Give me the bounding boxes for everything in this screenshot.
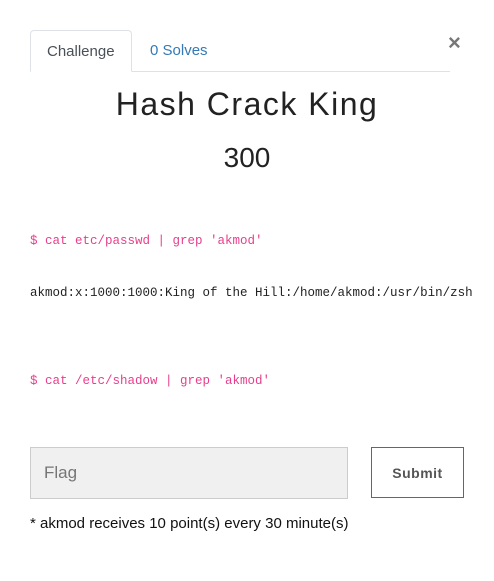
passwd-output: akmod:x:1000:1000:King of the Hill:/home… xyxy=(30,286,473,300)
flag-input[interactable] xyxy=(30,447,348,499)
command-shadow: $ cat /etc/shadow | grep 'akmod' xyxy=(30,374,271,388)
command-passwd: $ cat etc/passwd | grep 'akmod' xyxy=(30,234,263,248)
submit-button[interactable]: Submit xyxy=(371,447,464,498)
close-icon[interactable]: × xyxy=(448,30,461,56)
challenge-value: 300 xyxy=(223,142,271,173)
tab-solves[interactable]: 0 Solves xyxy=(134,30,224,71)
challenge-title: Hash Crack King xyxy=(115,86,379,122)
tab-bar: Challenge 0 Solves xyxy=(30,30,450,72)
tab-challenge[interactable]: Challenge xyxy=(30,30,132,72)
points-note: * akmod receives 10 point(s) every 30 mi… xyxy=(30,515,349,532)
